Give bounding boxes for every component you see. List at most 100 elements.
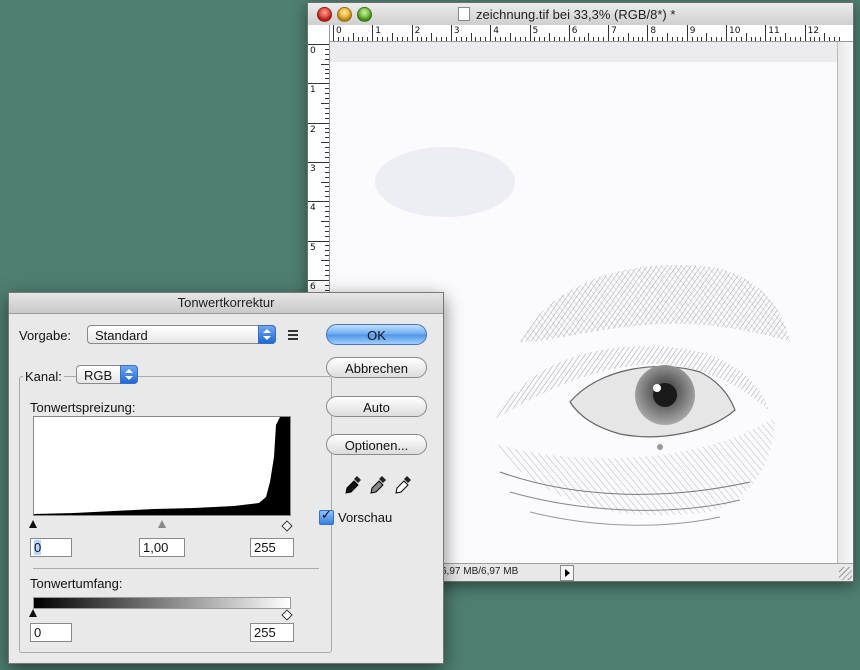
ruler-top-minor-tick (445, 37, 447, 41)
ruler-top-minor-tick (681, 37, 683, 41)
ruler-top-minor-tick (730, 37, 732, 41)
ruler-top-minor-tick (716, 37, 718, 41)
output-black-slider-handle[interactable] (29, 609, 37, 617)
preset-options-icon[interactable] (288, 330, 302, 340)
ruler-left-minor-tick (325, 206, 329, 208)
ruler-top-minor-tick (524, 37, 526, 41)
ruler-left-minor-tick (325, 211, 329, 213)
ruler-left-minor-tick (325, 137, 329, 139)
ruler-top-minor-tick (745, 33, 747, 41)
group-separator (33, 568, 319, 569)
preview-label[interactable]: Vorschau (338, 510, 392, 525)
ruler-left-minor-tick (325, 255, 329, 257)
vertical-scrollbar[interactable] (837, 42, 853, 563)
input-black-slider-handle[interactable] (29, 520, 37, 528)
ruler-top-minor-tick (396, 37, 398, 41)
output-white-value: 255 (254, 625, 276, 640)
ruler-top-number: 8 (650, 26, 657, 36)
output-levels-slider[interactable] (29, 609, 293, 621)
output-white-field[interactable]: 255 (250, 623, 294, 642)
white-point-eyedropper-icon[interactable] (394, 475, 412, 495)
document-titlebar[interactable]: zeichnung.tif bei 33,3% (RGB/8*) * (308, 3, 853, 26)
options-button[interactable]: Optionen... (326, 434, 427, 455)
ruler-top-number: 12 (807, 26, 820, 36)
ruler-left-minor-tick (321, 181, 329, 183)
ruler-left-minor-tick (321, 63, 329, 65)
ruler-left-major-tick (308, 279, 329, 281)
input-levels-slider[interactable] (29, 520, 293, 532)
ruler-left-minor-tick (325, 112, 329, 114)
ruler-left-minor-tick (325, 225, 329, 227)
ruler-left-minor-tick (325, 265, 329, 267)
ruler-top-minor-tick (622, 37, 624, 41)
cancel-button[interactable]: Abbrechen (326, 357, 427, 378)
ruler-left-minor-tick (325, 274, 329, 276)
output-black-value: 0 (34, 625, 42, 640)
ruler-left-number: 4 (310, 203, 316, 214)
channel-select[interactable]: RGB (76, 365, 138, 384)
ruler-top-minor-tick (352, 33, 354, 41)
ruler-top-minor-tick (642, 37, 644, 41)
ruler-top-minor-tick (485, 37, 487, 41)
resize-grip[interactable] (839, 567, 852, 580)
histogram-graph (34, 417, 290, 515)
ruler-top-minor-tick (691, 37, 693, 41)
ruler-left-minor-tick (325, 88, 329, 90)
auto-button[interactable]: Auto (326, 396, 427, 417)
ruler-left-minor-tick (325, 132, 329, 134)
close-window-button[interactable] (317, 7, 332, 22)
ruler-top-minor-tick (617, 37, 619, 41)
ruler-left-major-tick (308, 83, 329, 85)
output-black-field[interactable]: 0 (30, 623, 72, 642)
ruler-top-minor-tick (563, 37, 565, 41)
ruler-top-minor-tick (593, 37, 595, 41)
ruler-top-minor-tick (760, 37, 762, 41)
ruler-left-minor-tick (325, 156, 329, 158)
ruler-top-minor-tick (721, 37, 723, 41)
input-white-value: 255 (254, 540, 276, 555)
ruler-left-minor-tick (325, 68, 329, 70)
black-point-eyedropper-icon[interactable] (344, 475, 362, 495)
status-doc-size: 6,97 MB/6,97 MB (441, 566, 519, 577)
ruler-top-number: 4 (493, 26, 499, 36)
ruler-left-major-tick (308, 201, 329, 203)
minimize-window-button[interactable] (337, 7, 352, 22)
input-gamma-field[interactable]: 1,00 (139, 538, 185, 557)
ruler-top-major-tick (529, 25, 531, 41)
ruler-left-number: 1 (310, 85, 316, 96)
preset-value: Standard (95, 328, 148, 343)
dialog-titlebar[interactable]: Tonwertkorrektur (9, 293, 443, 314)
ruler-left-minor-tick (325, 152, 329, 154)
ruler-top-minor-tick (794, 37, 796, 41)
ruler-top-major-tick (608, 25, 610, 41)
zoom-window-button[interactable] (357, 7, 372, 22)
status-menu-arrow[interactable] (560, 565, 574, 581)
input-white-slider-handle[interactable] (281, 520, 293, 532)
ruler-top-minor-tick (755, 37, 757, 41)
ruler-top-minor-tick (406, 37, 408, 41)
document-icon (458, 7, 470, 21)
preset-select[interactable]: Standard (87, 325, 276, 344)
ruler-top-minor-tick (387, 37, 389, 41)
ruler-top-number: 2 (414, 26, 421, 36)
input-levels-label: Tonwertspreizung: (30, 400, 136, 415)
ruler-top-minor-tick (583, 37, 585, 41)
ruler-left-minor-tick (325, 58, 329, 60)
channel-select-arrows-icon (120, 365, 138, 384)
input-black-field[interactable]: 0 (30, 538, 72, 557)
ruler-top-minor-tick (475, 37, 477, 41)
preview-checkbox[interactable] (319, 508, 334, 525)
ok-button[interactable]: OK (326, 324, 427, 345)
output-white-slider-handle[interactable] (281, 609, 293, 621)
ruler-top-minor-tick (382, 37, 384, 41)
ruler-top[interactable]: 0 1 2 3 4 5 6 7 8 9 10 11 12 (330, 25, 853, 42)
ruler-top-minor-tick (519, 37, 521, 41)
ruler-left-number: 0 (310, 46, 316, 56)
ruler-top-number: 3 (453, 26, 460, 36)
ruler-top-minor-tick (775, 37, 777, 41)
input-gamma-slider-handle[interactable] (158, 520, 166, 528)
input-white-field[interactable]: 255 (250, 538, 294, 557)
ruler-top-major-tick (765, 25, 767, 41)
gray-point-eyedropper-icon[interactable] (369, 475, 387, 495)
ruler-corner[interactable] (308, 25, 330, 42)
